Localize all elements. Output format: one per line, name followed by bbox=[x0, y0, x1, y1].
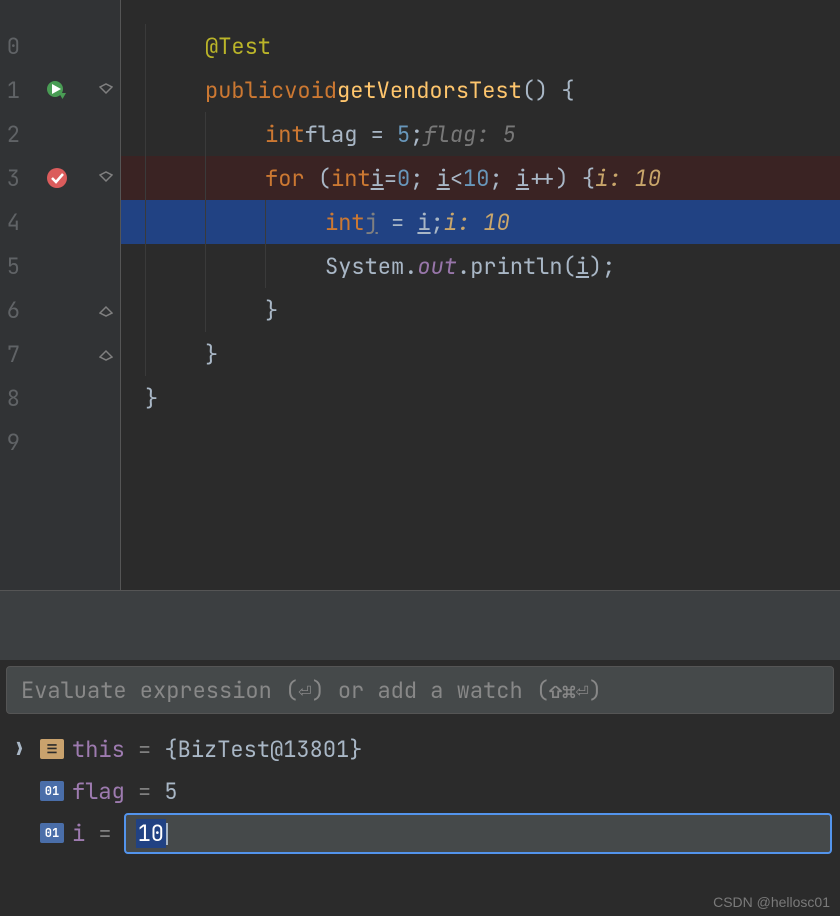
line-number: 8 bbox=[0, 384, 22, 413]
fold-toggle-icon[interactable] bbox=[99, 165, 113, 191]
variable-row: 01 flag = 5 bbox=[8, 770, 832, 812]
evaluate-expression-input[interactable]: Evaluate expression (⏎) or add a watch (… bbox=[6, 666, 834, 714]
expand-arrow-icon[interactable]: ❯ bbox=[14, 738, 32, 761]
line-number: 0 bbox=[0, 32, 22, 61]
watermark: CSDN @hellosc01 bbox=[713, 894, 830, 910]
annotation: @Test bbox=[205, 32, 271, 61]
fold-toggle-icon[interactable] bbox=[99, 341, 113, 367]
line-number: 3 bbox=[0, 164, 22, 193]
debug-variables-panel: Evaluate expression (⏎) or add a watch (… bbox=[0, 660, 840, 916]
line-number: 5 bbox=[0, 252, 22, 281]
gutter: 0 1 2 3 bbox=[0, 0, 120, 590]
line-number: 9 bbox=[0, 428, 22, 457]
run-test-icon[interactable] bbox=[46, 79, 68, 101]
line-number: 7 bbox=[0, 340, 22, 369]
line-number: 1 bbox=[0, 76, 22, 105]
variable-value-input[interactable]: 10 bbox=[124, 813, 832, 854]
line-number: 2 bbox=[0, 120, 22, 149]
breakpoint-icon[interactable] bbox=[46, 167, 68, 189]
line-number: 4 bbox=[0, 208, 22, 237]
inline-hint: i: 10 bbox=[444, 208, 510, 237]
inline-hint: i: 10 bbox=[595, 164, 661, 193]
line-number: 6 bbox=[0, 296, 22, 325]
variables-tree[interactable]: ❯ ☰ this = {BizTest@13801} 01 flag = 5 0… bbox=[0, 724, 840, 858]
primitive-icon: 01 bbox=[40, 823, 64, 843]
primitive-icon: 01 bbox=[40, 781, 64, 801]
variable-row: ❯ ☰ this = {BizTest@13801} bbox=[8, 728, 832, 770]
fold-toggle-icon[interactable] bbox=[99, 297, 113, 323]
object-icon: ☰ bbox=[40, 739, 64, 759]
variable-row-editing: 01 i = 10 bbox=[8, 812, 832, 854]
code-content[interactable]: @Test public void getVendorsTest() { int… bbox=[120, 0, 840, 590]
inline-hint: flag: 5 bbox=[423, 120, 515, 149]
panel-divider[interactable] bbox=[0, 590, 840, 660]
fold-toggle-icon[interactable] bbox=[99, 77, 113, 103]
code-editor[interactable]: 0 1 2 3 bbox=[0, 0, 840, 590]
